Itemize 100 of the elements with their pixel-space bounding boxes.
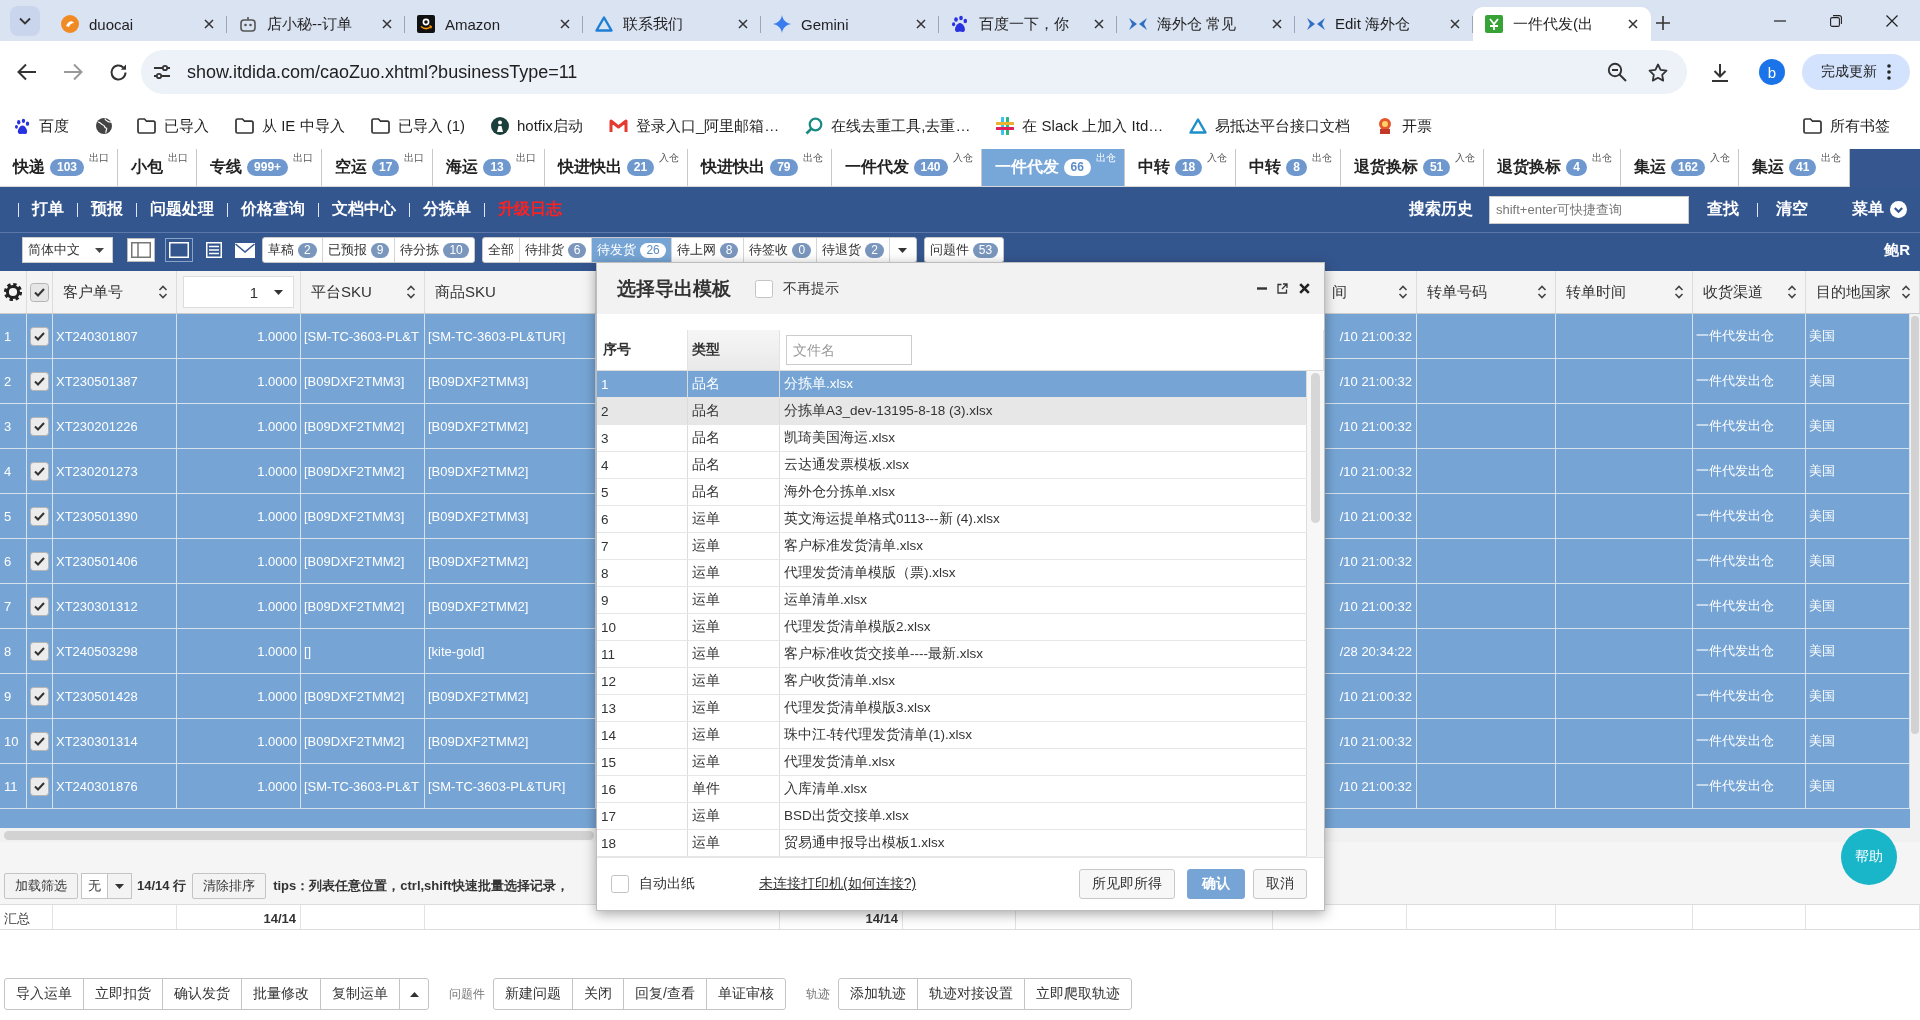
plus-icon[interactable] <box>1656 16 1670 30</box>
filter-field[interactable]: 文件名 <box>786 335 912 365</box>
dropdown-button[interactable] <box>108 873 132 899</box>
zoom-icon[interactable] <box>1607 62 1627 82</box>
minimize-icon[interactable] <box>1774 19 1786 22</box>
bookmark[interactable]: 在 Slack 上加入 Itd… <box>996 116 1164 136</box>
toolbar-button[interactable]: 复制运单 <box>320 978 400 1010</box>
table-row[interactable]: 11 运单 客户标准收货交接单----最新.xlsx <box>597 641 1307 668</box>
bookmark[interactable]: 已导入 (1) <box>370 116 465 136</box>
scrollbar-thumb[interactable] <box>1911 316 1919 734</box>
browser-tab[interactable]: Edit 海外仓 <box>1295 7 1473 41</box>
language-select[interactable]: 简体中文 <box>22 237 113 263</box>
checkbox[interactable] <box>30 686 49 706</box>
checkbox[interactable] <box>30 461 49 481</box>
table-row[interactable]: 8 运单 代理发货清单模版（票).xlsx <box>597 560 1307 587</box>
settings-icon[interactable] <box>3 282 23 302</box>
circular-arrow-icon[interactable] <box>109 62 128 82</box>
column-header[interactable]: 转单号码 <box>1417 271 1555 313</box>
close-icon[interactable] <box>916 19 926 29</box>
close-icon[interactable] <box>1094 19 1104 29</box>
globe-icon[interactable] <box>95 117 113 135</box>
bookmark[interactable]: 开票 <box>1376 116 1433 136</box>
printer-link[interactable]: 未连接打印机(如何连接?) <box>759 875 917 893</box>
bookmark[interactable]: 从 IE 中导入 <box>235 116 345 136</box>
filter-tab[interactable]: 已预报 9 <box>321 238 395 262</box>
restore-icon[interactable] <box>1830 14 1842 27</box>
column-header[interactable]: 收货渠道 <box>1693 271 1805 313</box>
toolbar-button[interactable]: 立即扣货 <box>83 978 163 1010</box>
bookmark[interactable]: 百度 <box>14 116 69 136</box>
tab[interactable]: 小包 出口 <box>118 149 198 187</box>
table-row[interactable]: 14 运单 珠中江-转代理发货清单(1).xlsx <box>597 722 1307 749</box>
toolbar-button[interactable]: 关闭 <box>572 978 624 1010</box>
tab[interactable]: 集运 162 入仓 <box>1621 149 1739 187</box>
bookmark[interactable]: 在线去重工具,去重… <box>805 116 971 136</box>
checkbox[interactable] <box>30 506 49 526</box>
view-toggle[interactable] <box>165 238 193 262</box>
table-row[interactable]: 3 品名 凯琦美国海运.xlsx <box>597 425 1307 452</box>
more-button[interactable] <box>399 978 429 1010</box>
checkbox[interactable] <box>30 641 49 661</box>
toolbar-button[interactable]: 单证审核 <box>705 978 786 1010</box>
column-header[interactable]: 目的地国家 <box>1806 271 1919 313</box>
clear-link[interactable]: 清空 <box>1758 199 1826 220</box>
close-icon[interactable] <box>1272 19 1282 29</box>
table-row[interactable]: 15 运单 代理发货清单.xlsx <box>597 749 1307 776</box>
scrollbar-thumb[interactable] <box>1311 373 1320 523</box>
toolbar-button[interactable]: 导入运单 <box>4 978 84 1010</box>
table-row[interactable]: 2 品名 分拣单A3_dev-13195-8-18 (3).xlsx <box>597 398 1307 425</box>
browser-tab[interactable]: 百度一下，你 <box>939 7 1117 41</box>
bookmark[interactable]: hotfix启动 <box>491 116 583 136</box>
table-row[interactable]: 17 运单 BSD出货交接单.xlsx <box>597 803 1307 830</box>
checkbox[interactable] <box>30 326 49 346</box>
toolbar-button[interactable]: 立即爬取轨迹 <box>1023 978 1132 1010</box>
browser-tab[interactable]: 一件代发(出 <box>1473 7 1651 41</box>
tab[interactable]: 快进快出 79 出仓 <box>688 149 832 187</box>
close-icon[interactable] <box>204 19 214 29</box>
table-row[interactable]: 16 单件 入库清单.xlsx <box>597 776 1307 803</box>
tab[interactable]: 空运 17 出口 <box>322 149 434 187</box>
menu-link[interactable]: 打单 <box>19 199 77 220</box>
bookmark[interactable]: 所有书签 <box>1803 116 1890 136</box>
checkbox[interactable] <box>30 776 49 796</box>
filter-field[interactable]: 1 <box>183 276 294 308</box>
close-icon[interactable] <box>1299 283 1310 294</box>
arrow-left-icon[interactable] <box>17 63 37 81</box>
bookmark[interactable]: 易抵达平台接口文档 <box>1189 116 1351 136</box>
menu-link[interactable]: 预报 <box>78 199 136 220</box>
toolbar-button[interactable]: 批量修改 <box>241 978 321 1010</box>
table-row[interactable]: 6 运单 英文海运提单格式0113---新 (4).xlsx <box>597 506 1307 533</box>
menu-link[interactable]: 文档中心 <box>319 199 409 220</box>
checkbox[interactable] <box>755 279 773 298</box>
filter-tab[interactable]: 草稿 2 <box>263 238 322 262</box>
table-row[interactable]: 13 运单 代理发货清单模版3.xlsx <box>597 695 1307 722</box>
column-header[interactable]: 商品SKU <box>425 271 595 313</box>
tab[interactable]: 一件代发 66 出仓 <box>981 149 1125 187</box>
close-icon[interactable] <box>1450 19 1460 29</box>
view-toggle[interactable] <box>127 238 155 262</box>
list-icon[interactable] <box>206 242 222 258</box>
column-header[interactable]: 转单时间 <box>1556 271 1692 313</box>
tab[interactable]: 退货换标 4 出仓 <box>1484 149 1621 187</box>
update-button[interactable]: 完成更新 <box>1802 54 1910 90</box>
checkbox[interactable] <box>611 875 629 893</box>
clear-sort-button[interactable]: 清除排序 <box>192 873 267 899</box>
checkbox-label[interactable]: 不再提示 <box>783 279 839 298</box>
close-icon[interactable] <box>738 19 748 29</box>
filter-tab[interactable]: 全部 <box>482 238 519 262</box>
menu-link[interactable]: 价格查询 <box>228 199 318 220</box>
dialog-button[interactable]: 所见即所得 <box>1079 869 1175 899</box>
load-filter-button[interactable]: 加载筛选 <box>4 873 78 899</box>
checkbox[interactable] <box>30 731 49 751</box>
tab[interactable]: 海运 13 出口 <box>433 149 545 187</box>
search-field[interactable]: shift+enter可快捷查询 <box>1489 195 1689 224</box>
table-row[interactable]: 12 运单 客户收货清单.xlsx <box>597 668 1307 695</box>
address-bar[interactable]: show.itdida.com/caoZuo.xhtml?businessType=11 <box>141 50 1687 94</box>
search-history-link[interactable]: 搜索历史 <box>1409 199 1473 220</box>
checkbox[interactable] <box>30 596 49 616</box>
close-icon[interactable] <box>382 19 392 29</box>
tab[interactable]: 快进快出 21 入仓 <box>544 149 689 187</box>
browser-tab[interactable]: Amazon <box>405 7 583 41</box>
tab[interactable]: 集运 41 出仓 <box>1739 149 1851 187</box>
checkbox-label[interactable]: 自动出纸 <box>639 875 695 893</box>
checkbox[interactable] <box>30 371 49 391</box>
